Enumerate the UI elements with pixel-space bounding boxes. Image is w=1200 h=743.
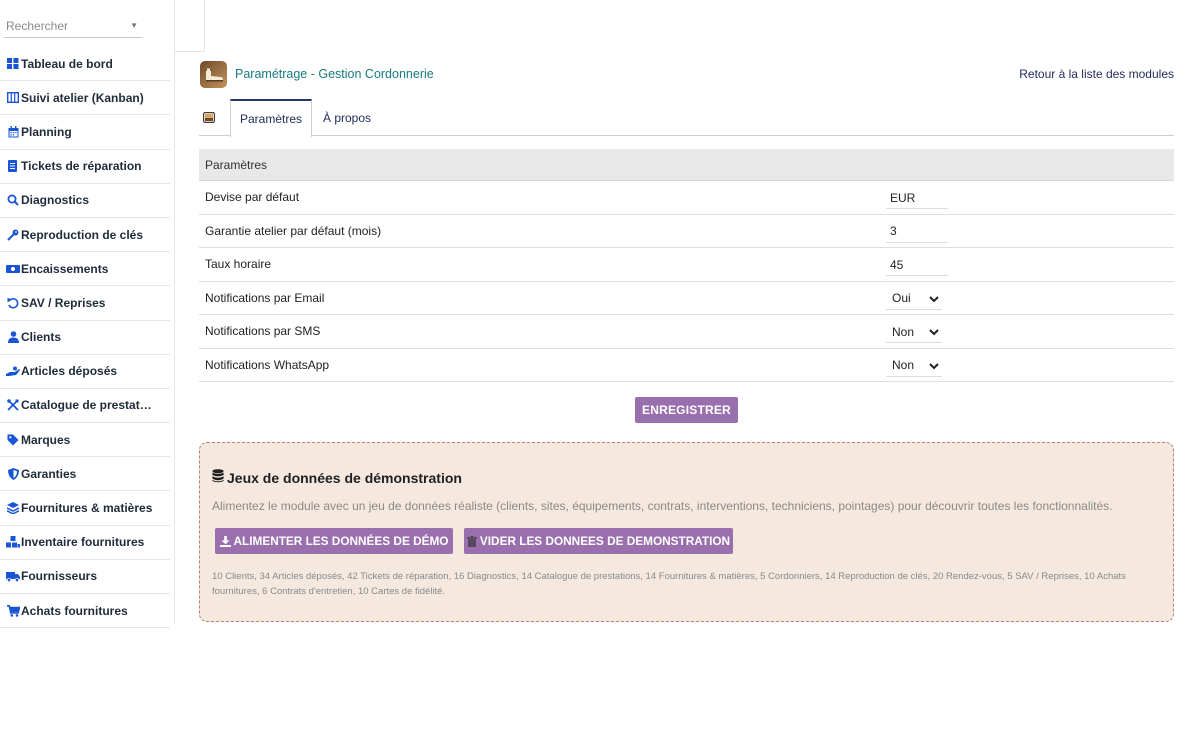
sidebar-item-label: Catalogue de prestat… xyxy=(21,398,152,413)
sidebar-item-catalog[interactable]: Catalogue de prestat… xyxy=(0,389,170,424)
dashboard-icon xyxy=(6,57,20,71)
demo-description: Alimentez le module avec un jeu de donné… xyxy=(212,499,1113,513)
chevron-down-icon[interactable]: ▼ xyxy=(130,21,138,30)
currency-input[interactable] xyxy=(886,187,948,209)
user-icon xyxy=(6,330,20,344)
param-row-currency: Devise par défaut xyxy=(199,181,1174,215)
sidebar-item-label: Tickets de réparation xyxy=(21,159,142,174)
sidebar-item-brands[interactable]: Marques xyxy=(0,423,170,458)
sidebar-item-label: Suivi atelier (Kanban) xyxy=(21,90,144,105)
sidebar-item-kanban[interactable]: Suivi atelier (Kanban) xyxy=(0,81,170,116)
load-demo-label: ALIMENTER LES DONNÉES DE DÉMO xyxy=(233,534,449,548)
key-icon xyxy=(6,228,20,242)
demo-data-panel: Jeux de données de démonstration Aliment… xyxy=(199,442,1174,622)
sidebar-item-label: Articles déposés xyxy=(21,364,118,379)
module-icon xyxy=(200,61,227,88)
sidebar-item-dashboard[interactable]: Tableau de bord xyxy=(0,47,170,82)
cash-icon xyxy=(6,262,20,276)
sidebar-item-label: Planning xyxy=(21,124,72,139)
sidebar-item-label: Fournitures & matières xyxy=(21,501,153,516)
sidebar-menu: Tableau de bord Suivi atelier (Kanban) P… xyxy=(0,47,170,629)
clear-demo-label: VIDER LES DONNEES DE DEMONSTRATION xyxy=(479,534,731,548)
sidebar-item-sav[interactable]: SAV / Reprises xyxy=(0,286,170,321)
param-label: Devise par défaut xyxy=(205,190,300,205)
truck-icon xyxy=(6,569,20,583)
param-row-hourly-rate: Taux horaire xyxy=(199,248,1174,282)
ticket-icon xyxy=(6,159,20,173)
param-label: Notifications WhatsApp xyxy=(205,357,330,372)
hourly-rate-input[interactable] xyxy=(886,254,948,276)
sidebar-item-planning[interactable]: Planning xyxy=(0,115,170,150)
tag-icon xyxy=(6,433,20,447)
back-to-modules-link[interactable]: Retour à la liste des modules xyxy=(1019,67,1174,81)
param-row-whatsapp-notif: Notifications WhatsApp Non xyxy=(199,349,1174,382)
database-icon xyxy=(212,469,224,486)
sidebar-item-inventory[interactable]: Inventaire fournitures xyxy=(0,526,170,560)
sidebar-item-clients[interactable]: Clients xyxy=(0,321,170,355)
sms-notification-select[interactable]: Non xyxy=(886,321,942,343)
hand-icon xyxy=(6,364,20,378)
warranty-months-input[interactable] xyxy=(886,220,948,243)
param-row-sms-notif: Notifications par SMS Non xyxy=(199,315,1174,349)
clear-demo-data-button[interactable]: VIDER LES DONNEES DE DEMONSTRATION xyxy=(464,528,733,554)
search-icon xyxy=(6,193,20,207)
tab-bar: Paramètres À propos xyxy=(199,99,1174,137)
demo-title: Jeux de données de démonstration xyxy=(212,469,462,486)
kanban-icon xyxy=(6,91,20,105)
sidebar: ▼ Tableau de bord Suivi atelier (Kanban)… xyxy=(0,0,175,629)
module-image-icon xyxy=(203,112,216,124)
sidebar-item-keys[interactable]: Reproduction de clés xyxy=(0,218,170,253)
sidebar-item-payments[interactable]: Encaissements xyxy=(0,252,170,287)
save-button[interactable]: ENREGISTRER xyxy=(635,397,738,423)
tools-icon xyxy=(6,398,20,412)
search-box[interactable]: ▼ xyxy=(4,16,142,38)
sidebar-item-suppliers[interactable]: Fournisseurs xyxy=(0,560,170,594)
sidebar-item-label: Garanties xyxy=(21,466,77,481)
sidebar-item-label: SAV / Reprises xyxy=(21,295,106,310)
param-label: Garantie atelier par défaut (mois) xyxy=(205,223,382,238)
shield-icon xyxy=(6,467,20,481)
sidebar-item-purchases[interactable]: Achats fournitures xyxy=(0,594,170,629)
sidebar-item-label: Marques xyxy=(21,432,71,447)
sidebar-item-label: Fournisseurs xyxy=(21,569,98,584)
sidebar-item-label: Diagnostics xyxy=(21,193,90,208)
param-label: Notifications par Email xyxy=(205,290,325,305)
param-row-email-notif: Notifications par Email Oui xyxy=(199,282,1174,315)
sidebar-item-label: Inventaire fournitures xyxy=(21,535,145,550)
sidebar-item-diagnostics[interactable]: Diagnostics xyxy=(0,184,170,218)
sidebar-item-label: Reproduction de clés xyxy=(21,227,144,242)
trash-icon xyxy=(466,535,477,547)
boxes-icon xyxy=(6,535,20,549)
sidebar-item-supplies[interactable]: Fournitures & matières xyxy=(0,491,170,526)
email-notification-select[interactable]: Oui xyxy=(886,287,942,310)
download-icon xyxy=(219,535,231,547)
calendar-icon xyxy=(6,125,20,139)
top-corner-box xyxy=(175,0,205,52)
demo-stats: 10 Clients, 34 Articles déposés, 42 Tick… xyxy=(212,571,1126,597)
load-demo-data-button[interactable]: ALIMENTER LES DONNÉES DE DÉMO xyxy=(215,528,453,554)
sidebar-item-label: Achats fournitures xyxy=(21,603,128,618)
sidebar-item-label: Encaissements xyxy=(21,261,109,276)
undo-icon xyxy=(6,296,20,310)
sidebar-item-warranties[interactable]: Garanties xyxy=(0,457,170,492)
whatsapp-notification-select[interactable]: Non xyxy=(886,354,942,377)
sidebar-item-deposited[interactable]: Articles déposés xyxy=(0,355,170,389)
page-title: Paramétrage - Gestion Cordonnerie xyxy=(235,67,434,81)
cart-icon xyxy=(6,604,20,618)
parameters-heading: Paramètres xyxy=(199,149,1174,181)
sidebar-item-label: Tableau de bord xyxy=(21,56,113,71)
param-label: Notifications par SMS xyxy=(205,324,321,339)
sidebar-item-label: Clients xyxy=(21,330,62,345)
sidebar-item-tickets[interactable]: Tickets de réparation xyxy=(0,150,170,184)
search-input[interactable] xyxy=(4,16,124,36)
tab-a-propos[interactable]: À propos xyxy=(319,99,375,136)
layers-icon xyxy=(6,501,20,515)
param-label: Taux horaire xyxy=(205,257,272,272)
parameters-table: Paramètres Devise par défaut Garantie at… xyxy=(199,149,1174,382)
demo-title-text: Jeux de données de démonstration xyxy=(227,469,462,486)
tab-parametres[interactable]: Paramètres xyxy=(230,99,312,137)
param-row-warranty: Garantie atelier par défaut (mois) xyxy=(199,215,1174,248)
